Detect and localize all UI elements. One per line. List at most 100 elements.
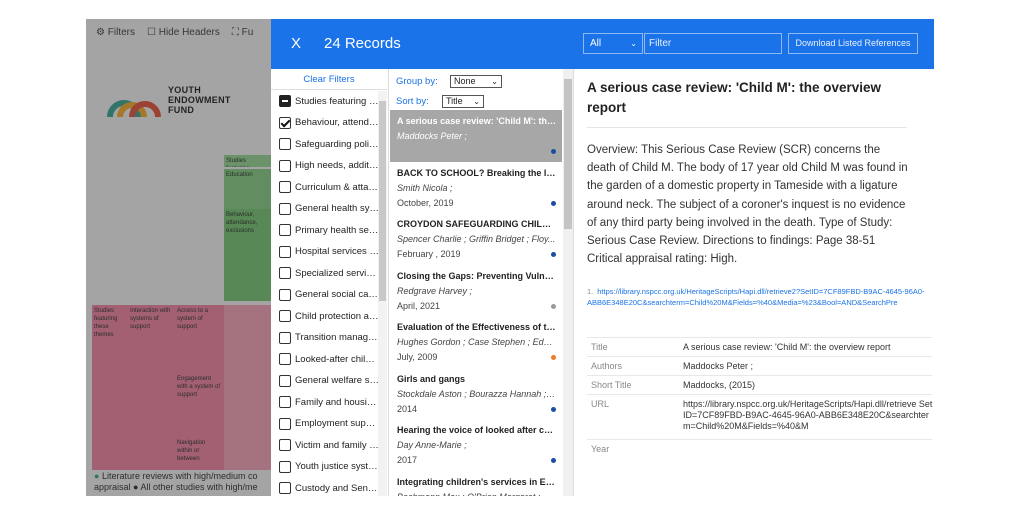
records-scroll-thumb[interactable] xyxy=(564,79,572,229)
filter-checkbox[interactable] xyxy=(279,482,291,494)
record-url-link[interactable]: https://library.nspcc.org.uk/HeritageScr… xyxy=(587,287,925,307)
group-by-select[interactable]: None ⌄ xyxy=(450,75,502,88)
filter-item[interactable]: Youth justice system xyxy=(279,459,379,475)
clear-filters-button[interactable]: Clear Filters xyxy=(271,70,387,90)
filter-item[interactable]: General welfare sys... xyxy=(279,373,379,389)
record-item-authors: Stockdale Aston ; Bourazza Hannah ; ... xyxy=(397,388,556,399)
record-item[interactable]: Hearing the voice of looked after chil..… xyxy=(390,419,562,471)
record-link[interactable]: 1. https://library.nspcc.org.uk/HeritageS… xyxy=(587,286,932,308)
download-references-button[interactable]: Download Listed References xyxy=(788,33,918,54)
chevron-down-icon: ⌄ xyxy=(630,39,637,48)
filter-item[interactable]: Curriculum & attain... xyxy=(279,179,379,195)
filter-item[interactable]: Hospital services in... xyxy=(279,244,379,260)
record-item-date: October, 2019 xyxy=(397,197,454,208)
filter-item[interactable]: Victim and family s... xyxy=(279,437,379,453)
filter-item[interactable]: Employment suppo... xyxy=(279,416,379,432)
record-item-title: Evaluation of the Effectiveness of th... xyxy=(397,322,556,332)
record-item-authors: Day Anne-Marie ; xyxy=(397,440,467,450)
filter-item-label: High needs, additio... xyxy=(295,160,379,171)
filter-input[interactable]: Filter xyxy=(644,33,782,54)
filter-checkbox[interactable] xyxy=(279,439,291,451)
filter-item[interactable]: Primary health servi... xyxy=(279,222,379,238)
field-key: Authors xyxy=(591,361,623,371)
filter-item[interactable]: General social care ... xyxy=(279,287,379,303)
record-title: A serious case review: 'Child M': the ov… xyxy=(587,80,882,115)
field-key: Short Title xyxy=(591,380,632,390)
filter-checkbox[interactable] xyxy=(279,396,291,408)
records-scrollbar[interactable] xyxy=(563,69,573,496)
filter-item-label: Looked-after childre... xyxy=(295,353,379,365)
record-status-dot-icon xyxy=(551,406,556,412)
filter-item-label: Safeguarding polici... xyxy=(295,138,379,150)
filter-item[interactable]: Transition manage... xyxy=(279,330,379,346)
record-status-dot-icon xyxy=(551,200,556,206)
chevron-down-icon: ⌄ xyxy=(491,77,498,86)
filter-checkbox[interactable] xyxy=(279,417,291,430)
filter-item-label: General health syst... xyxy=(295,203,379,214)
filter-item[interactable]: Child protection an... xyxy=(279,308,379,324)
filter-item[interactable]: Studies featuring thes... xyxy=(279,93,379,109)
filter-checkbox[interactable] xyxy=(279,353,291,365)
record-item[interactable]: Integrating children's services in Eng..… xyxy=(390,471,562,497)
record-item-title: Closing the Gaps: Preventing Vulner... xyxy=(397,270,556,281)
record-status-dot-icon xyxy=(551,149,556,154)
record-item[interactable]: Evaluation of the Effectiveness of th...… xyxy=(390,316,562,368)
filter-checkbox[interactable] xyxy=(279,95,291,107)
filter-checkbox[interactable] xyxy=(279,288,291,301)
record-item[interactable]: CROYDON SAFEGUARDING CHILDRE... Spencer C… xyxy=(390,213,562,265)
record-item-title: A serious case review: 'Child M': the ..… xyxy=(397,116,556,126)
record-item[interactable]: Girls and gangs Stockdale Aston ; Bourazz… xyxy=(390,368,562,420)
filter-item-label: Custody and Senten... xyxy=(295,482,379,494)
record-item[interactable]: A serious case review: 'Child M': the ..… xyxy=(390,110,562,162)
field-value: Maddocks, (2015) xyxy=(683,380,756,390)
filter-checkbox[interactable] xyxy=(279,374,291,387)
record-item-date: 2014 xyxy=(397,403,418,414)
close-button[interactable]: X xyxy=(291,35,301,52)
background-dim-overlay[interactable] xyxy=(86,19,271,496)
filter-checkbox[interactable] xyxy=(279,460,291,473)
record-status-dot-icon xyxy=(551,458,556,463)
record-item-title: BACK TO SCHOOL? Breaking the link... xyxy=(397,167,556,178)
filter-checkbox[interactable] xyxy=(279,310,291,322)
filter-checkbox[interactable] xyxy=(279,245,291,258)
filter-item-label: General social care ... xyxy=(295,289,379,300)
link-number: 1. xyxy=(587,287,594,296)
filter-checkbox[interactable] xyxy=(279,116,291,129)
record-item-title: CROYDON SAFEGUARDING CHILDRE... xyxy=(397,219,556,229)
filter-item[interactable]: Specialized service... xyxy=(279,265,379,281)
filter-item-label: Transition manage... xyxy=(295,332,379,343)
filter-item[interactable]: Behaviour, attendan... xyxy=(279,115,379,131)
record-item-title: Hearing the voice of looked after chil..… xyxy=(397,425,556,435)
filter-item[interactable]: Custody and Senten... xyxy=(279,480,379,496)
filter-checkbox[interactable] xyxy=(279,181,291,193)
records-modal: X 24 Records All ⌄ Filter Download Listed… xyxy=(271,19,934,496)
filter-checkbox[interactable] xyxy=(279,159,291,172)
field-value: Maddocks Peter ; xyxy=(683,361,754,371)
filter-item[interactable]: High needs, additio... xyxy=(279,158,379,174)
filter-checkbox[interactable] xyxy=(279,224,291,236)
filter-checkbox[interactable] xyxy=(279,267,291,279)
field-key: Title xyxy=(591,342,608,352)
sort-by-select[interactable]: Title ⌄ xyxy=(442,95,484,108)
background-app: ⚙ Filters ☐ Hide Headers ⛶ Fu YOUTH ENDO… xyxy=(86,19,271,496)
filter-item[interactable]: Safeguarding polici... xyxy=(279,136,379,152)
filter-checkbox[interactable] xyxy=(279,331,291,344)
filter-item[interactable]: Looked-after childre... xyxy=(279,351,379,367)
filter-item-label: Primary health servi... xyxy=(295,224,379,236)
filter-checkbox[interactable] xyxy=(279,138,291,150)
filter-item[interactable]: Family and housing ... xyxy=(279,394,379,410)
filters-scrollbar[interactable] xyxy=(378,91,387,496)
filter-item-label: Child protection an... xyxy=(295,310,379,322)
filters-scroll-thumb[interactable] xyxy=(379,101,386,301)
record-item[interactable]: BACK TO SCHOOL? Breaking the link... Smit… xyxy=(390,162,562,214)
filter-item-label: Specialized service... xyxy=(295,267,379,279)
field-row: Title A serious case review: 'Child M': t… xyxy=(587,337,932,356)
record-item[interactable]: Closing the Gaps: Preventing Vulner... Re… xyxy=(390,265,562,317)
record-item-date: February , 2019 xyxy=(397,249,461,259)
record-item-authors: Redgrave Harvey ; xyxy=(397,285,473,296)
all-select[interactable]: All ⌄ xyxy=(583,33,643,54)
record-item-title: Girls and gangs xyxy=(397,373,466,384)
filter-checkbox[interactable] xyxy=(279,202,291,215)
filter-item[interactable]: General health syst... xyxy=(279,201,379,217)
record-item-date: April, 2021 xyxy=(397,300,441,311)
